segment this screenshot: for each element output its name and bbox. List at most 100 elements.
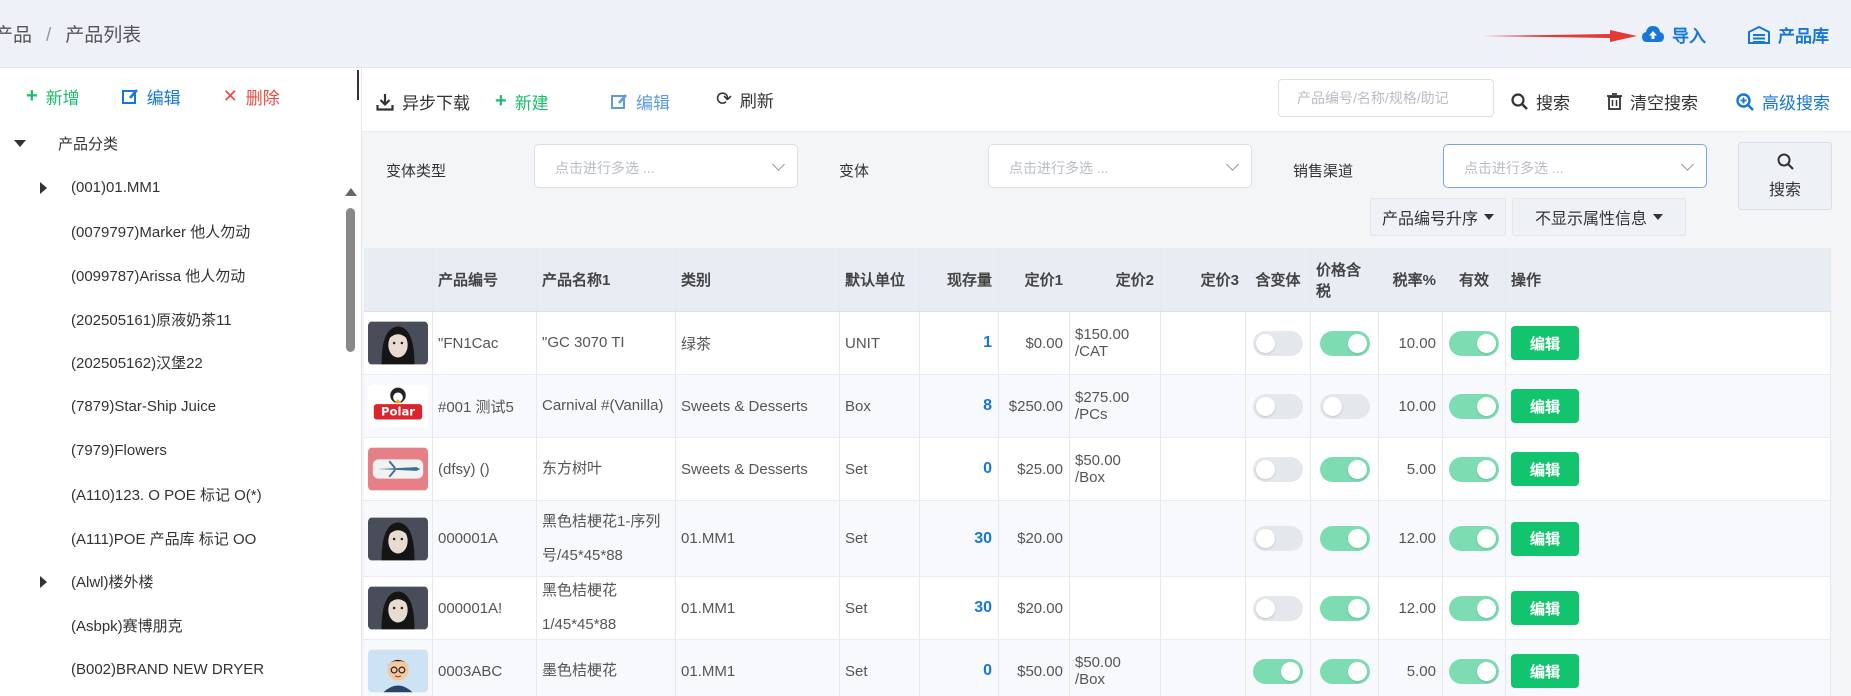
tax-included-toggle[interactable]	[1319, 393, 1370, 419]
row-edit-button[interactable]: 编辑	[1511, 521, 1579, 556]
tree-node[interactable]: (0099787)Arissa 他人勿动	[0, 253, 340, 297]
row-edit-button[interactable]: 编辑	[1511, 389, 1579, 423]
column-header-category[interactable]: 类别	[676, 248, 840, 311]
has-variant-toggle[interactable]	[1253, 393, 1303, 419]
valid-toggle[interactable]	[1449, 526, 1499, 551]
tree-node[interactable]: (A110)123. O POE 标记 O(*)	[0, 472, 340, 516]
row-edit-button[interactable]: 编辑	[1511, 654, 1579, 688]
cell-actions: 编辑	[1506, 640, 1831, 696]
sidebar-delete-button[interactable]: ✕ 删除	[223, 84, 280, 109]
table-row[interactable]: (dfsy) () 东方树叶 Sweets & Desserts Set 0 $25.00…	[364, 438, 1831, 501]
column-header-unit[interactable]: 默认单位	[840, 248, 920, 311]
tree-node[interactable]: (202505162)汉堡22	[0, 341, 340, 385]
has-variant-toggle[interactable]	[1253, 595, 1303, 621]
advanced-search-button[interactable]: 高级搜索	[1736, 89, 1830, 114]
table-row[interactable]: "FN1Cac "GC 3070 TI 绿茶 UNIT 1 $0.00 $150.00 /C…	[364, 312, 1831, 375]
caret-down-icon[interactable]	[14, 140, 26, 148]
chevron-down-icon	[1681, 158, 1694, 171]
clear-search-button[interactable]: 清空搜索	[1607, 89, 1698, 114]
async-download-label: 异步下载	[402, 94, 470, 113]
column-header-tax-rate[interactable]: 税率%	[1379, 248, 1443, 311]
import-button[interactable]: 导入	[1642, 22, 1706, 47]
valid-toggle[interactable]	[1449, 456, 1499, 482]
tree-node[interactable]: (202505161)原液奶茶11	[0, 297, 340, 341]
table-row[interactable]: 000001A! 黑色桔梗花1/45*45*88 01.MM1 Set 30 $20.00…	[364, 577, 1831, 640]
valid-toggle[interactable]	[1449, 595, 1499, 621]
row-edit-button[interactable]: 编辑	[1511, 591, 1579, 625]
breadcrumb-parent[interactable]: 产品	[0, 25, 32, 46]
cell-valid	[1443, 312, 1506, 374]
cell-name: 黑色桔梗花1/45*45*88	[537, 577, 676, 639]
has-variant-toggle[interactable]	[1253, 456, 1303, 482]
variant-select[interactable]: 点击进行多选 ...	[988, 144, 1252, 188]
column-header-price1[interactable]: 定价1	[999, 248, 1070, 311]
table-row[interactable]: 0003ABC 墨色桔梗花 01.MM1 Set 0 $50.00 $50.00 /Box 5…	[364, 640, 1831, 696]
scrollbar-thumb[interactable]	[346, 208, 355, 352]
tax-included-toggle[interactable]	[1319, 330, 1370, 356]
has-variant-toggle[interactable]	[1253, 526, 1303, 551]
filter-search-button[interactable]: 搜索	[1738, 142, 1832, 210]
tree-node[interactable]: (A111)POE 产品库 标记 OO	[0, 516, 340, 560]
async-download-button[interactable]: 异步下载	[376, 89, 470, 114]
product-library-button[interactable]: 产品库	[1748, 22, 1829, 47]
column-header-has-variant[interactable]: 含变体	[1246, 248, 1311, 311]
has-variant-toggle[interactable]	[1253, 330, 1303, 356]
sidebar-scrollbar[interactable]	[344, 186, 357, 696]
cell-tax-rate: 12.00	[1379, 501, 1443, 576]
scroll-up-arrow-icon[interactable]	[345, 188, 357, 196]
column-header-thumbnail	[364, 248, 433, 311]
tax-included-toggle[interactable]	[1319, 658, 1370, 684]
chevron-down-icon	[1226, 158, 1239, 171]
attribute-display-button[interactable]: 不显示属性信息	[1512, 198, 1686, 236]
column-header-actions[interactable]: 操作	[1506, 248, 1831, 311]
column-header-price3[interactable]: 定价3	[1161, 248, 1246, 311]
tax-included-toggle[interactable]	[1319, 595, 1370, 621]
table-row[interactable]: 000001A 黑色桔梗花1-序列号/45*45*88 01.MM1 Set 30 $20…	[364, 501, 1831, 577]
caret-right-icon[interactable]	[40, 575, 47, 588]
tree-node[interactable]: (Alwl)楼外楼	[0, 560, 340, 604]
valid-toggle[interactable]	[1449, 393, 1499, 419]
search-button[interactable]: 搜索	[1511, 89, 1570, 114]
has-variant-toggle[interactable]	[1253, 658, 1303, 684]
column-header-name[interactable]: 产品名称1	[537, 248, 676, 311]
tree-node[interactable]: (7879)Star-Ship Juice	[0, 385, 340, 429]
valid-toggle[interactable]	[1449, 658, 1499, 684]
product-list-panel: 异步下载 + 新建 编辑 ⟳ 刷新 搜索 清空搜索 高级搜索 变体类型 点击进行…	[362, 68, 1851, 696]
plus-icon: +	[495, 90, 507, 112]
sales-channel-select[interactable]: 点击进行多选 ...	[1443, 144, 1707, 188]
row-edit-button[interactable]: 编辑	[1511, 326, 1579, 360]
table-row[interactable]: Polar #001 测试5 Carnival #(Vanilla) Sweets &…	[364, 375, 1831, 438]
column-header-code[interactable]: 产品编号	[433, 248, 537, 311]
valid-toggle[interactable]	[1449, 330, 1499, 356]
column-header-tax-included[interactable]: 价格含税	[1311, 248, 1379, 311]
refresh-button[interactable]: ⟳ 刷新	[716, 87, 774, 112]
tree-node[interactable]: (Asbpk)赛博朋克	[0, 604, 340, 648]
column-header-price2[interactable]: 定价2	[1070, 248, 1161, 311]
column-header-valid[interactable]: 有效	[1443, 248, 1506, 311]
warehouse-icon	[1748, 25, 1770, 44]
caret-right-icon[interactable]	[40, 181, 47, 194]
cell-stock: 0	[920, 640, 999, 696]
column-header-stock[interactable]: 现存量	[920, 248, 999, 311]
sidebar-add-button[interactable]: + 新增	[26, 84, 80, 109]
cell-unit: Set	[840, 501, 920, 576]
edit-product-button[interactable]: 编辑	[611, 89, 670, 114]
sort-dropdown-button[interactable]: 产品编号升序	[1370, 198, 1506, 236]
tree-node[interactable]: (B002)BRAND NEW DRYER	[0, 648, 340, 692]
tree-node[interactable]: (7979)Flowers	[0, 429, 340, 473]
tax-included-toggle[interactable]	[1319, 526, 1370, 551]
download-icon	[376, 93, 394, 111]
sidebar-cursor-line	[357, 70, 359, 100]
tree-node[interactable]: (0079797)Marker 他人勿动	[0, 210, 340, 254]
tree-node-label: (Asbpk)赛博朋克	[71, 618, 183, 636]
product-search-input[interactable]	[1278, 79, 1494, 117]
tax-included-toggle[interactable]	[1319, 456, 1370, 482]
tree-node[interactable]: 产品分类	[0, 122, 340, 166]
filter-search-label: 搜索	[1768, 181, 1801, 199]
row-edit-button[interactable]: 编辑	[1511, 452, 1579, 486]
variant-type-select[interactable]: 点击进行多选 ...	[534, 144, 798, 188]
new-product-button[interactable]: + 新建	[495, 89, 549, 114]
tree-node[interactable]: (001)01.MM1	[0, 166, 340, 210]
sidebar-edit-button[interactable]: 编辑	[121, 84, 181, 109]
cell-stock: 8	[920, 375, 999, 437]
